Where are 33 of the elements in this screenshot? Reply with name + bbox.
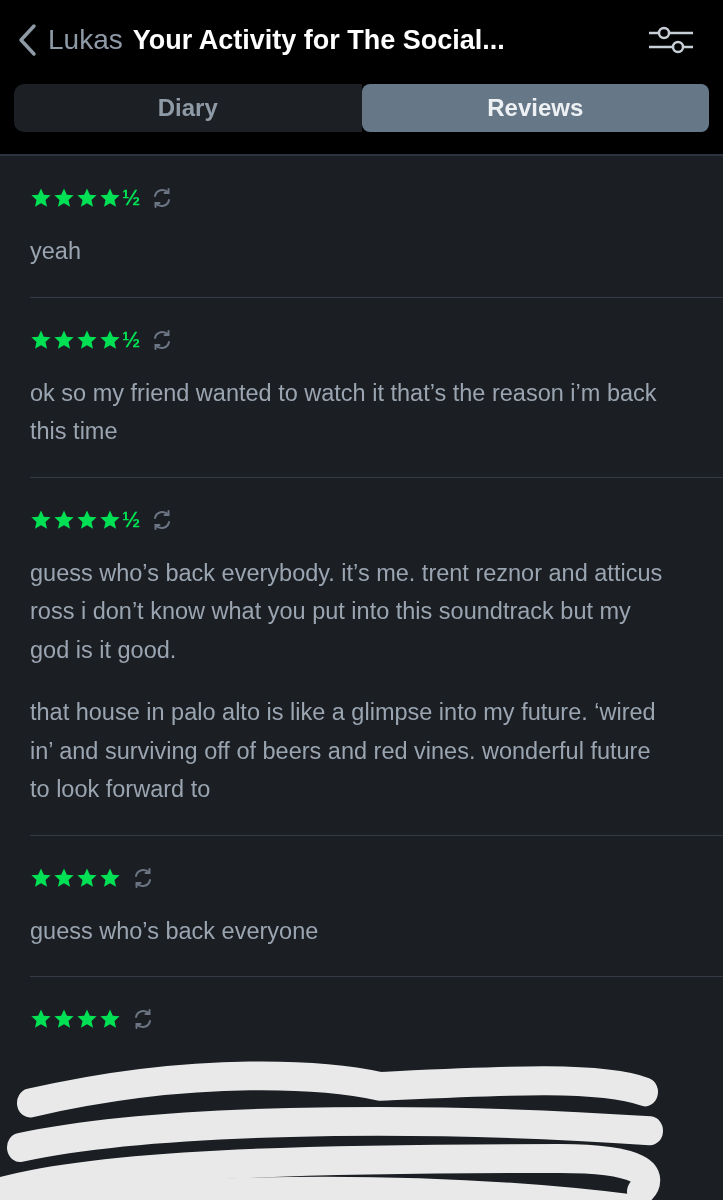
star-icon [76, 328, 98, 351]
star-icon [53, 866, 75, 889]
back-chevron-icon [16, 22, 38, 58]
star-icon [76, 508, 98, 531]
tab[interactable]: Diary [14, 84, 362, 132]
star-icon [99, 1008, 121, 1030]
star-icon [99, 866, 121, 889]
half-star-label: ½ [122, 326, 141, 353]
star-icon [99, 508, 121, 531]
review-text: ok so my friend wanted to watch it that’s the reason i’m back this time [30, 378, 658, 446]
review-text: yeah [30, 237, 82, 266]
page-title: Your Activity for The Social... [132, 24, 506, 56]
star-icon [53, 508, 75, 531]
back-button[interactable]: Lukas [16, 22, 123, 58]
star-icon [99, 187, 121, 209]
star-icon [76, 1008, 98, 1030]
star-icon [30, 328, 52, 351]
star-icon [53, 187, 75, 209]
star-icon [30, 866, 52, 889]
star-icon [53, 328, 75, 351]
star-icon [76, 187, 98, 209]
star-icon [99, 328, 121, 351]
star-icon [30, 187, 52, 209]
tab[interactable]: Reviews [361, 84, 709, 132]
review-text: guess who’s back everyone [30, 916, 320, 946]
star-icon [30, 508, 52, 531]
half-star-label: ½ [122, 185, 141, 211]
review-text: guess who’s back everybody. it’s me. trent reznor and atticus ross i don’t know what you put into this soundtrack but my god is it good. [30, 558, 664, 665]
star-icon [76, 866, 98, 889]
half-star-label: ½ [122, 506, 141, 533]
star-icon [53, 1008, 75, 1030]
star-icon [30, 1008, 52, 1030]
review-text: that house in palo alto is like a glimpse into my future. ‘wired in’ and surviving off of beers and red vines. wonderful future to look forward to [30, 698, 657, 804]
